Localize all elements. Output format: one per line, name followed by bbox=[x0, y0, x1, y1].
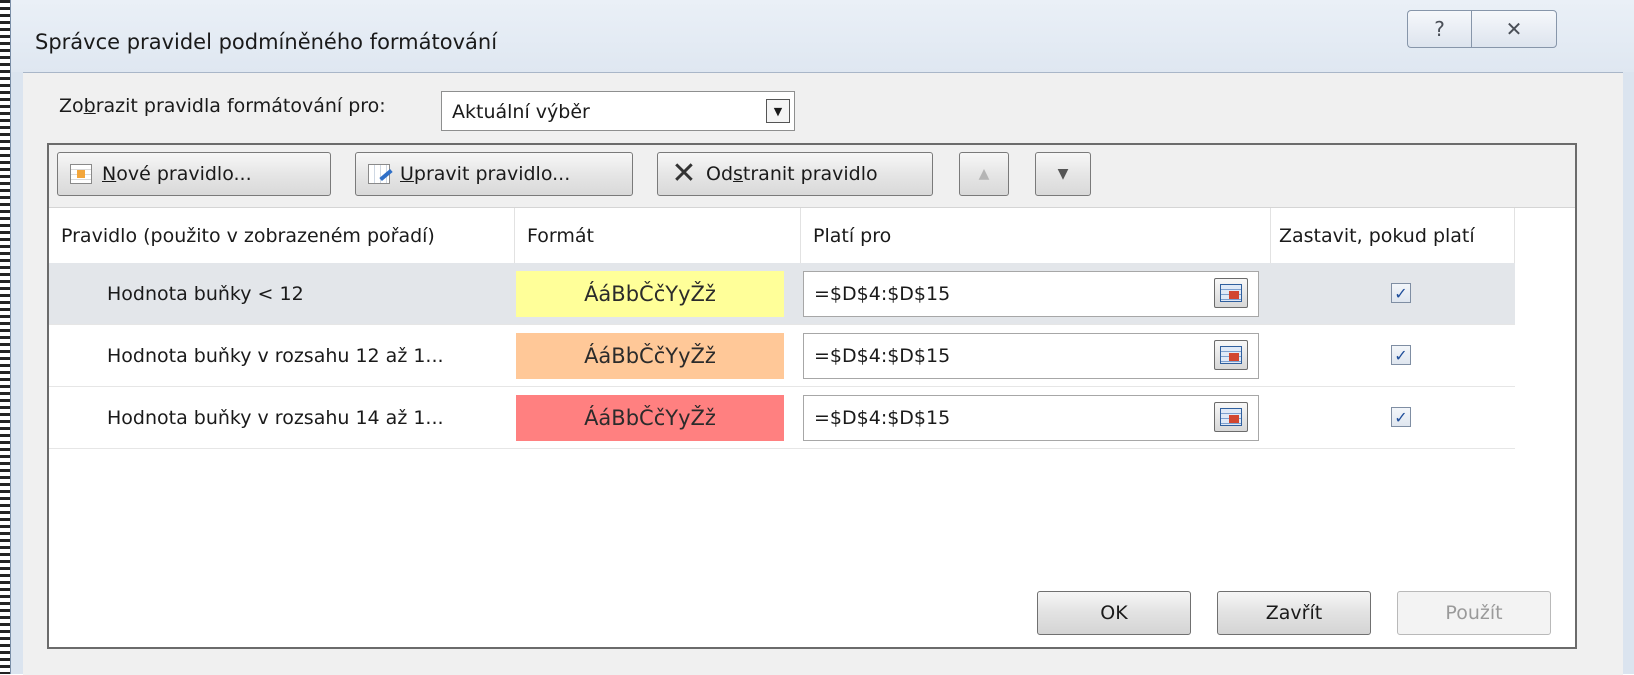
delete-x-icon: ✕ bbox=[671, 156, 697, 191]
rule-description: Hodnota buňky < 12 bbox=[107, 283, 304, 305]
applies-to-value: =$D$4:$D$15 bbox=[814, 283, 951, 305]
column-header-applies-to[interactable]: Platí pro bbox=[801, 208, 1271, 264]
rules-table-header: Pravidlo (použito v zobrazeném pořadí) F… bbox=[49, 207, 1575, 264]
move-up-button[interactable]: ▲ bbox=[959, 152, 1009, 196]
arrow-down-icon: ▼ bbox=[1057, 166, 1069, 182]
edit-rule-button[interactable]: Upravit pravidlo... bbox=[355, 152, 633, 196]
show-rules-for-value: Aktuální výběr bbox=[452, 101, 590, 123]
rules-toolbar: Nové pravidlo... Upravit pravidlo... ✕ O… bbox=[49, 145, 1575, 207]
table-row[interactable]: Hodnota buňky v rozsahu 14 až 1... ÁáBbČ… bbox=[49, 387, 1515, 449]
desktop-background-strip bbox=[0, 0, 10, 674]
new-rule-label: Nové pravidlo... bbox=[102, 163, 252, 185]
show-rules-for-dropdown[interactable]: Aktuální výběr ▼ bbox=[441, 91, 795, 131]
format-preview: ÁáBbČčYyŽž bbox=[516, 333, 784, 379]
new-rule-icon bbox=[70, 164, 92, 184]
arrow-up-icon: ▲ bbox=[978, 166, 990, 182]
close-window-button[interactable]: ✕ bbox=[1471, 10, 1557, 48]
rule-description: Hodnota buňky v rozsahu 12 až 1... bbox=[107, 345, 444, 367]
delete-rule-label: Odstranit pravidlo bbox=[706, 163, 878, 185]
range-select-button[interactable] bbox=[1214, 340, 1248, 370]
applies-to-value: =$D$4:$D$15 bbox=[814, 345, 951, 367]
edit-rule-icon bbox=[368, 164, 390, 184]
apply-button[interactable]: Použít bbox=[1397, 591, 1551, 635]
dialog-title: Správce pravidel podmíněného formátování bbox=[35, 30, 498, 54]
applies-to-input[interactable]: =$D$4:$D$15 bbox=[803, 395, 1259, 441]
help-button[interactable]: ? bbox=[1407, 10, 1471, 48]
dialog-client-area: Zobrazit pravidla formátování pro: Aktuá… bbox=[23, 72, 1623, 675]
ok-button[interactable]: OK bbox=[1037, 591, 1191, 635]
table-row[interactable]: Hodnota buňky v rozsahu 12 až 1... ÁáBbČ… bbox=[49, 325, 1515, 387]
collapse-dialog-icon bbox=[1220, 284, 1242, 302]
conditional-formatting-rules-manager-dialog: Správce pravidel podmíněného formátování… bbox=[10, 0, 1634, 675]
move-down-button[interactable]: ▼ bbox=[1035, 152, 1091, 196]
format-preview: ÁáBbČčYyŽž bbox=[516, 271, 784, 317]
applies-to-value: =$D$4:$D$15 bbox=[814, 407, 951, 429]
edit-rule-label: Upravit pravidlo... bbox=[400, 163, 571, 185]
new-rule-button[interactable]: Nové pravidlo... bbox=[57, 152, 331, 196]
range-select-button[interactable] bbox=[1214, 278, 1248, 308]
table-row[interactable]: Hodnota buňky < 12 ÁáBbČčYyŽž =$D$4:$D$1… bbox=[49, 263, 1515, 325]
range-select-button[interactable] bbox=[1214, 402, 1248, 432]
title-bar: Správce pravidel podmíněného formátování… bbox=[11, 0, 1634, 72]
column-header-rule[interactable]: Pravidlo (použito v zobrazeném pořadí) bbox=[49, 208, 515, 264]
stop-if-true-checkbox[interactable]: ✓ bbox=[1391, 345, 1411, 365]
delete-rule-button[interactable]: ✕ Odstranit pravidlo bbox=[657, 152, 933, 196]
close-button[interactable]: Zavřít bbox=[1217, 591, 1371, 635]
show-rules-for-label: Zobrazit pravidla formátování pro: bbox=[59, 95, 386, 117]
chevron-down-icon[interactable]: ▼ bbox=[766, 99, 790, 123]
column-header-format[interactable]: Formát bbox=[515, 208, 801, 264]
collapse-dialog-icon bbox=[1220, 346, 1242, 364]
close-icon: ✕ bbox=[1505, 17, 1523, 41]
column-header-stop-if-true[interactable]: Zastavit, pokud platí bbox=[1271, 208, 1515, 264]
rules-panel: Nové pravidlo... Upravit pravidlo... ✕ O… bbox=[47, 143, 1577, 649]
collapse-dialog-icon bbox=[1220, 408, 1242, 426]
applies-to-input[interactable]: =$D$4:$D$15 bbox=[803, 271, 1259, 317]
help-icon: ? bbox=[1434, 17, 1445, 41]
rule-description: Hodnota buňky v rozsahu 14 až 1... bbox=[107, 407, 444, 429]
stop-if-true-checkbox[interactable]: ✓ bbox=[1391, 407, 1411, 427]
stop-if-true-checkbox[interactable]: ✓ bbox=[1391, 283, 1411, 303]
format-preview: ÁáBbČčYyŽž bbox=[516, 395, 784, 441]
applies-to-input[interactable]: =$D$4:$D$15 bbox=[803, 333, 1259, 379]
